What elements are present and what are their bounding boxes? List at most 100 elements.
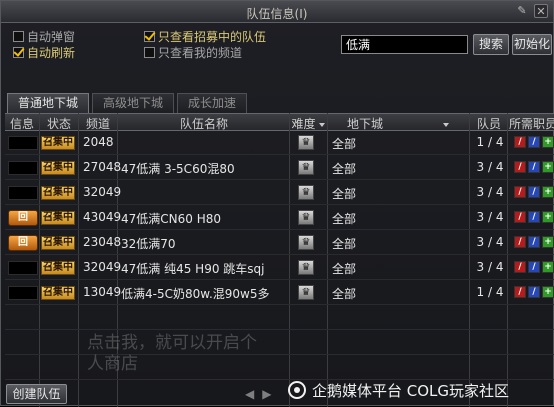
required-classes: / / + (514, 161, 554, 173)
staff-icon: / (528, 261, 540, 273)
dungeon-cell: 全部 (332, 287, 357, 301)
dungeon-cell: 全部 (332, 262, 357, 276)
header-dungeon-label: 地下城 (346, 117, 383, 131)
difficulty-icon: ♛ (298, 135, 314, 150)
only-recruiting-label: 只查看招募中的队伍 (158, 29, 267, 44)
auto-popup-checkbox[interactable] (13, 30, 24, 42)
table-row[interactable]: 回 召集中 23048 32低满70 ♛ 全部 3 / 4 // + (5, 232, 554, 255)
window-title: 队伍信息(I) (246, 7, 308, 21)
channel-cell: 13049 (83, 285, 122, 299)
auto-popup-option[interactable]: 自动弹窗 (13, 29, 75, 44)
header-dungeon[interactable]: 地下城 (328, 115, 468, 131)
only-recruiting-checkbox[interactable] (144, 30, 155, 42)
required-classes: / / + (514, 261, 554, 273)
info-slot (8, 261, 38, 275)
auto-refresh-label: 自动刷新 (27, 45, 76, 60)
auto-refresh-option[interactable]: 自动刷新 (13, 45, 76, 60)
staff-icon: / (528, 161, 540, 173)
pin-icon[interactable]: ✎ (515, 4, 529, 18)
shop-hint-line2: 人商店 (87, 354, 138, 374)
staff-icon: / (528, 236, 540, 248)
difficulty-icon: ♛ (298, 160, 314, 175)
header-team-name[interactable]: 队伍名称 (118, 115, 290, 131)
create-team-button[interactable]: 创建队伍 (6, 384, 67, 404)
status-badge: 召集中 (41, 186, 75, 200)
tab-normal-dungeon[interactable]: 普通地下城 (7, 93, 90, 113)
table-row[interactable]: 召集中 27048 47低满 3-5C60混80 ♛ 全部 3 / 4 // + (5, 157, 554, 180)
members-cell: 1 / 4 (476, 135, 504, 149)
status-badge: 召集中 (41, 236, 75, 250)
table-header: 信息 状态 频道 队伍名称 难度 地下城 队员 所需职员 (5, 113, 554, 131)
channel-cell: 32049 (83, 185, 122, 199)
team-name-cell (121, 185, 287, 202)
search-button[interactable]: 搜索 (473, 34, 509, 55)
heal-icon: + (542, 136, 554, 148)
difficulty-icon: ♛ (298, 235, 314, 250)
team-info-window: 队伍信息(I) ✎ ✕ 自动弹窗 自动刷新 只查看招募中的队伍 只查看我的频道 … (0, 0, 554, 407)
header-info: 信息 (9, 117, 34, 131)
channel-cell: 2048 (83, 135, 114, 149)
difficulty-icon: ♛ (298, 185, 314, 200)
title-bar[interactable]: 队伍信息(I) ✎ ✕ (1, 1, 553, 23)
sword-icon: / (514, 236, 526, 248)
pager: ◀ ▶ (245, 387, 271, 401)
next-page-icon[interactable]: ▶ (262, 387, 271, 401)
only-my-channel-option[interactable]: 只查看我的频道 (144, 45, 242, 60)
staff-icon: / (528, 186, 540, 198)
status-badge: 召集中 (41, 261, 75, 275)
table-row[interactable]: 召集中 32049 ♛ 全部 3 / 4 // + (5, 182, 554, 205)
chevron-down-icon (443, 122, 449, 127)
prev-page-icon[interactable]: ◀ (245, 387, 254, 401)
team-name-cell: 47低满 3-5C60混80 (121, 162, 235, 176)
table-row[interactable]: 召集中 2048 ♛ 全部 1 / 4 // + (5, 132, 554, 155)
header-members: 队员 (476, 117, 501, 131)
info-slot (8, 136, 38, 150)
close-icon[interactable]: ✕ (534, 4, 548, 18)
chevron-down-icon (318, 122, 325, 127)
sword-icon: / (514, 136, 526, 148)
dungeon-cell: 全部 (332, 187, 357, 201)
difficulty-icon: ♛ (298, 210, 314, 225)
members-cell: 3 / 4 (476, 260, 504, 274)
dungeon-cell: 全部 (332, 137, 357, 151)
only-my-channel-checkbox[interactable] (144, 46, 155, 58)
info-slot (8, 186, 38, 200)
team-name-cell: 47低满 纯45 H90 跳车sqj (121, 262, 265, 276)
staff-icon: / (528, 211, 540, 223)
table-row[interactable]: 召集中 32049 47低满 纯45 H90 跳车sqj ♛ 全部 3 / 4 … (5, 257, 554, 280)
channel-cell: 43049 (83, 210, 122, 224)
heal-icon: + (542, 261, 554, 273)
difficulty-icon: ♛ (298, 260, 314, 275)
header-difficulty-label: 难度 (291, 117, 316, 131)
channel-cell: 23048 (83, 235, 122, 249)
required-classes: / / + (514, 211, 554, 223)
status-badge: 召集中 (41, 136, 75, 150)
required-classes: / / + (514, 286, 554, 298)
header-difficulty[interactable]: 难度 (290, 115, 326, 131)
auto-refresh-checkbox[interactable] (13, 46, 24, 58)
sword-icon: / (514, 211, 526, 223)
reset-button[interactable]: 初始化 (512, 34, 552, 55)
sword-icon: / (514, 286, 526, 298)
return-badge: 回 (8, 235, 38, 251)
tab-growth-boost[interactable]: 成长加速 (177, 93, 248, 113)
tab-advanced-dungeon[interactable]: 高级地下城 (92, 93, 175, 113)
watermark-logo-icon (288, 381, 306, 399)
required-classes: / / + (514, 136, 554, 148)
table-row[interactable]: 召集中 13049 低满4-5C奶80w.混90w5多 ♛ 全部 1 / 4 /… (5, 282, 554, 305)
staff-icon: / (528, 136, 540, 148)
heal-icon: + (542, 161, 554, 173)
heal-icon: + (542, 186, 554, 198)
watermark: 企鹅媒体平台 COLG玩家社区 (288, 377, 550, 403)
search-input[interactable] (341, 35, 468, 54)
only-recruiting-option[interactable]: 只查看招募中的队伍 (144, 29, 267, 44)
info-slot (8, 286, 38, 300)
dungeon-cell: 全部 (332, 162, 357, 176)
heal-icon: + (542, 211, 554, 223)
team-name-cell: 32低满70 (121, 237, 176, 251)
info-slot (8, 161, 38, 175)
members-cell: 1 / 4 (476, 285, 504, 299)
members-cell: 3 / 4 (476, 160, 504, 174)
header-team-name-label: 队伍名称 (179, 117, 228, 131)
table-row[interactable]: 回 召集中 43049 47低满CN60 H80 ♛ 全部 3 / 4 // + (5, 207, 554, 230)
